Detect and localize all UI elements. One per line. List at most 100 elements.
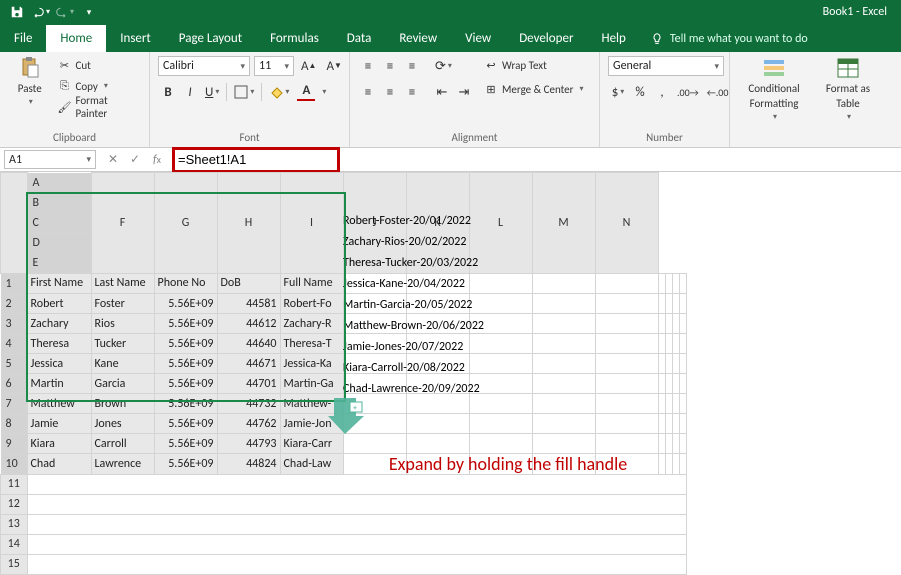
formula-input[interactable] bbox=[174, 149, 901, 171]
scissors-icon: ✂ bbox=[58, 58, 72, 72]
fill-color-button[interactable]: ▾ bbox=[266, 82, 292, 102]
tab-developer[interactable]: Developer bbox=[505, 25, 587, 52]
group-number: General▾ $▾ % , .00→ ←.00 Number bbox=[600, 52, 730, 147]
group-styles: Conditional Formatting Conditional Forma… bbox=[730, 52, 901, 147]
window-title: Book1 - Excel bbox=[823, 5, 901, 19]
tab-page-layout[interactable]: Page Layout bbox=[165, 25, 256, 52]
group-alignment: ≡ ≡ ≡ ⟳▾ ≡ ≡ ≡ ⇤ ⇥ ↩Wrap Text ⊞Merge & C… bbox=[350, 52, 600, 147]
group-font: Calibri▾ 11▾ A▲ A▼ B I U▾ ▾ ▾ A▾ Font bbox=[150, 52, 350, 147]
select-all-corner[interactable] bbox=[1, 173, 28, 274]
col-header-K[interactable]: K bbox=[406, 173, 469, 274]
ribbon: Paste ▾ ✂Cut ⎘Copy▾ 🖌Format Painter Clip… bbox=[0, 52, 901, 148]
font-name-select[interactable]: Calibri▾ bbox=[158, 56, 250, 76]
table-icon bbox=[836, 56, 860, 80]
spreadsheet-grid[interactable]: A B C D E F G H I J K L M N 1 First Name… bbox=[0, 172, 901, 575]
title-bar: ▾ ▾ ▾ Book1 - Excel bbox=[0, 0, 901, 24]
table-row: 6MartinGarcia5.56E+0944701Martin-Ga bbox=[1, 374, 687, 394]
col-header-E[interactable]: E bbox=[28, 253, 91, 273]
conditional-formatting-icon bbox=[762, 56, 786, 80]
tab-help[interactable]: Help bbox=[587, 25, 639, 52]
formula-bar: A1▾ ✕ ✓ fx bbox=[0, 148, 901, 172]
align-top-button[interactable]: ≡ bbox=[358, 56, 378, 76]
font-color-button[interactable]: A bbox=[294, 82, 318, 102]
save-icon[interactable] bbox=[8, 3, 26, 21]
ribbon-tabs: File Home Insert Page Layout Formulas Da… bbox=[0, 24, 901, 52]
bold-button[interactable]: B bbox=[158, 82, 178, 102]
font-size-select[interactable]: 11▾ bbox=[254, 56, 294, 76]
name-box[interactable]: A1▾ bbox=[4, 150, 96, 169]
tell-me-label: Tell me what you want to do bbox=[670, 32, 808, 46]
wrap-icon: ↩ bbox=[484, 58, 498, 72]
table-row: 4TheresaTucker5.56E+0944640Theresa-T bbox=[1, 334, 687, 354]
tab-insert[interactable]: Insert bbox=[106, 25, 165, 52]
align-middle-button[interactable]: ≡ bbox=[380, 56, 400, 76]
col-header-C[interactable]: C bbox=[28, 213, 91, 233]
enter-formula-button[interactable]: ✓ bbox=[126, 151, 144, 169]
tab-formulas[interactable]: Formulas bbox=[256, 25, 333, 52]
col-header-H[interactable]: H bbox=[217, 173, 280, 274]
decrease-decimal-button[interactable]: ←.00 bbox=[704, 82, 732, 102]
cell[interactable]: Last Name bbox=[91, 273, 154, 294]
paste-button[interactable]: Paste ▾ bbox=[8, 56, 52, 107]
cancel-formula-button[interactable]: ✕ bbox=[104, 151, 122, 169]
comma-button[interactable]: , bbox=[652, 82, 672, 102]
redo-icon[interactable]: ▾ bbox=[56, 3, 74, 21]
tab-file[interactable]: File bbox=[0, 25, 46, 52]
cell[interactable]: Full Name bbox=[280, 273, 343, 294]
format-painter-button[interactable]: 🖌Format Painter bbox=[58, 98, 142, 116]
table-row: 9KiaraCarroll5.56E+0944793Kiara-Carr bbox=[1, 434, 687, 454]
col-header-L[interactable]: L bbox=[469, 173, 532, 274]
col-header-B[interactable]: B bbox=[28, 193, 91, 213]
cell[interactable]: DoB bbox=[217, 273, 280, 294]
col-header-J[interactable]: J bbox=[343, 173, 406, 274]
col-header-D[interactable]: D bbox=[28, 233, 91, 253]
row-header-1[interactable]: 1 bbox=[1, 274, 27, 294]
merge-icon: ⊞ bbox=[484, 82, 498, 96]
border-icon bbox=[234, 85, 248, 99]
qat-customize-icon[interactable]: ▾ bbox=[80, 3, 98, 21]
font-color-swatch bbox=[297, 99, 315, 101]
merge-center-button[interactable]: ⊞Merge & Center▾ bbox=[484, 80, 584, 98]
copy-button[interactable]: ⎘Copy▾ bbox=[58, 77, 142, 95]
tab-review[interactable]: Review bbox=[385, 25, 451, 52]
number-format-select[interactable]: General▾ bbox=[608, 56, 724, 76]
tell-me-search[interactable]: Tell me what you want to do bbox=[640, 26, 818, 52]
col-header-A[interactable]: A bbox=[28, 173, 91, 193]
wrap-text-button[interactable]: ↩Wrap Text bbox=[484, 56, 584, 74]
brush-icon: 🖌 bbox=[58, 100, 72, 114]
tab-view[interactable]: View bbox=[451, 25, 505, 52]
increase-font-button[interactable]: A▲ bbox=[298, 56, 319, 76]
col-header-I[interactable]: I bbox=[280, 173, 343, 274]
percent-button[interactable]: % bbox=[630, 82, 650, 102]
col-header-G[interactable]: G bbox=[154, 173, 217, 274]
cell[interactable]: Phone No bbox=[154, 273, 217, 294]
cell[interactable]: First Name bbox=[27, 273, 91, 294]
underline-button[interactable]: U▾ bbox=[202, 82, 222, 102]
decrease-font-button[interactable]: A▼ bbox=[323, 56, 344, 76]
increase-indent-button[interactable]: ⇥ bbox=[454, 82, 474, 102]
decrease-indent-button[interactable]: ⇤ bbox=[432, 82, 452, 102]
col-header-N[interactable]: N bbox=[595, 173, 658, 274]
tab-home[interactable]: Home bbox=[46, 25, 106, 52]
table-row: 2RobertFoster5.56E+0944581Robert-Fo bbox=[1, 294, 687, 314]
cut-button[interactable]: ✂Cut bbox=[58, 56, 142, 74]
format-as-table-button[interactable]: Format as Table▾ bbox=[818, 56, 878, 122]
table-row: 1 First Name Last Name Phone No DoB Full… bbox=[1, 273, 687, 294]
align-right-button[interactable]: ≡ bbox=[402, 82, 422, 102]
italic-button[interactable]: I bbox=[180, 82, 200, 102]
align-center-button[interactable]: ≡ bbox=[380, 82, 400, 102]
undo-icon[interactable]: ▾ bbox=[32, 3, 50, 21]
align-bottom-button[interactable]: ≡ bbox=[402, 56, 422, 76]
col-header-F[interactable]: F bbox=[91, 173, 154, 274]
increase-decimal-button[interactable]: .00→ bbox=[674, 82, 702, 102]
fx-button[interactable]: fx bbox=[148, 151, 166, 169]
conditional-formatting-button[interactable]: Conditional Formatting Conditional Forma… bbox=[738, 56, 810, 122]
currency-button[interactable]: $▾ bbox=[608, 82, 628, 102]
group-title-alignment: Alignment bbox=[358, 129, 591, 145]
align-left-button[interactable]: ≡ bbox=[358, 82, 378, 102]
border-button[interactable]: ▾ bbox=[231, 82, 257, 102]
orientation-button[interactable]: ⟳▾ bbox=[432, 56, 455, 76]
col-header-M[interactable]: M bbox=[532, 173, 595, 274]
tab-data[interactable]: Data bbox=[333, 25, 386, 52]
table-row: 8JamieJones5.56E+0944762Jamie-Jon bbox=[1, 414, 687, 434]
